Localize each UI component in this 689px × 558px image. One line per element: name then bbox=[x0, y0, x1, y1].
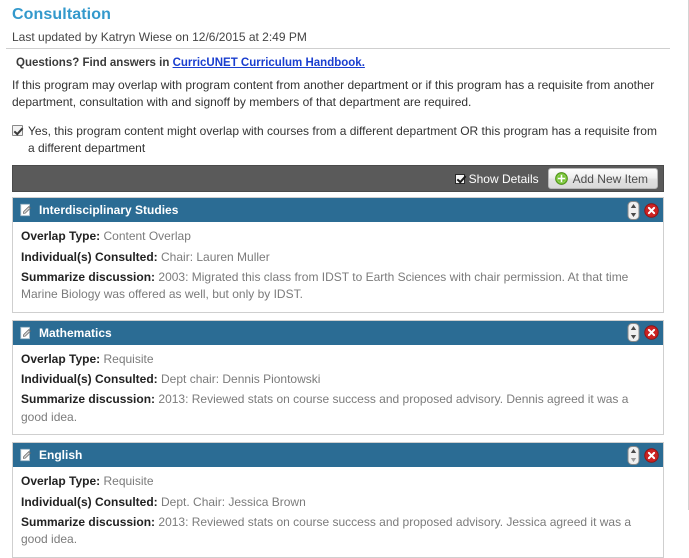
summarize-discussion-label: Summarize discussion: bbox=[21, 515, 156, 530]
page-title: Consultation bbox=[12, 6, 111, 23]
curricunet-handbook-link[interactable]: CurricUNET Curriculum Handbook. bbox=[173, 57, 365, 69]
questions-prefix-text: Questions? Find answers in bbox=[16, 57, 173, 69]
overlap-type-field: Overlap Type: Content Overlap bbox=[21, 228, 655, 245]
questions-help-line: Questions? Find answers in CurricUNET Cu… bbox=[6, 49, 670, 73]
individuals-consulted-value: Dept chair: Dennis Piontowski bbox=[161, 372, 321, 387]
card-body: Overlap Type: Content Overlap Individual… bbox=[13, 222, 663, 312]
show-details-checkbox[interactable] bbox=[454, 173, 465, 184]
consultation-items-list: Interdisciplinary Studies Overlap Type: … bbox=[6, 192, 670, 558]
individuals-consulted-label: Individual(s) Consulted: bbox=[21, 249, 158, 264]
card-title: Interdisciplinary Studies bbox=[39, 203, 179, 218]
overlap-consent-checkbox[interactable] bbox=[12, 125, 23, 137]
individuals-consulted-label: Individual(s) Consulted: bbox=[21, 372, 158, 387]
consultation-item-card: English Overlap Type: Requisite Individu… bbox=[12, 442, 664, 558]
reorder-spinner-icon[interactable] bbox=[627, 200, 640, 220]
consent-row[interactable]: Yes, this program content might overlap … bbox=[6, 117, 670, 163]
overlap-consent-label: Yes, this program content might overlap … bbox=[28, 124, 657, 156]
delete-item-icon[interactable] bbox=[644, 448, 659, 463]
consultation-page: Consultation Last updated by Katryn Wies… bbox=[0, 0, 689, 558]
reorder-spinner-icon[interactable] bbox=[627, 445, 640, 465]
individuals-consulted-field: Individual(s) Consulted: Dept. Chair: Je… bbox=[21, 494, 655, 511]
delete-item-icon[interactable] bbox=[644, 325, 659, 340]
card-header-controls bbox=[627, 445, 659, 465]
plus-circle-icon bbox=[554, 172, 568, 185]
overlap-type-label: Overlap Type: bbox=[21, 351, 101, 366]
overlap-type-label: Overlap Type: bbox=[21, 474, 101, 489]
summarize-discussion-field: Summarize discussion: 2013: Reviewed sta… bbox=[21, 514, 655, 549]
overlap-type-value: Requisite bbox=[103, 474, 154, 489]
edit-page-icon bbox=[20, 204, 31, 217]
card-header-controls bbox=[627, 323, 659, 343]
card-header-controls bbox=[627, 200, 659, 220]
card-body: Overlap Type: Requisite Individual(s) Co… bbox=[13, 467, 663, 557]
overlap-type-value: Requisite bbox=[103, 351, 154, 366]
overlap-type-field: Overlap Type: Requisite bbox=[21, 351, 655, 368]
individuals-consulted-value: Chair: Lauren Muller bbox=[161, 249, 270, 264]
edit-page-icon bbox=[20, 326, 31, 339]
consultation-item-card: Mathematics Overlap Type: Requisite Indi… bbox=[12, 319, 664, 436]
intro-paragraph: If this program may overlap with program… bbox=[12, 78, 655, 110]
card-header: Interdisciplinary Studies bbox=[13, 198, 663, 223]
card-header: English bbox=[13, 443, 663, 468]
add-new-item-label: Add New Item bbox=[572, 171, 648, 186]
delete-item-icon[interactable] bbox=[644, 202, 659, 218]
items-toolbar: Show Details Add New Item bbox=[12, 165, 664, 193]
page-content: Consultation Last updated by Katryn Wies… bbox=[0, 0, 676, 558]
card-title: English bbox=[39, 448, 83, 463]
overlap-type-label: Overlap Type: bbox=[21, 229, 101, 244]
show-details-label: Show Details bbox=[468, 171, 539, 186]
summarize-discussion-field: Summarize discussion: 2003: Migrated thi… bbox=[21, 269, 655, 304]
summarize-discussion-field: Summarize discussion: 2013: Reviewed sta… bbox=[21, 391, 655, 426]
add-new-item-button[interactable]: Add New Item bbox=[547, 168, 658, 190]
individuals-consulted-field: Individual(s) Consulted: Dept chair: Den… bbox=[21, 371, 655, 388]
reorder-spinner-icon[interactable] bbox=[627, 323, 640, 343]
summarize-discussion-label: Summarize discussion: bbox=[21, 269, 156, 284]
last-updated-text: Last updated by Katryn Wiese on 12/6/201… bbox=[6, 28, 670, 49]
show-details-toggle[interactable]: Show Details bbox=[454, 171, 539, 186]
overlap-type-field: Overlap Type: Requisite bbox=[21, 473, 655, 490]
individuals-consulted-field: Individual(s) Consulted: Chair: Lauren M… bbox=[21, 249, 655, 266]
consultation-item-card: Interdisciplinary Studies Overlap Type: … bbox=[12, 197, 664, 313]
overlap-type-value: Content Overlap bbox=[103, 229, 191, 244]
individuals-consulted-label: Individual(s) Consulted: bbox=[21, 494, 158, 509]
individuals-consulted-value: Dept. Chair: Jessica Brown bbox=[161, 494, 306, 509]
summarize-discussion-label: Summarize discussion: bbox=[21, 392, 156, 407]
edit-page-icon bbox=[20, 449, 31, 462]
card-title: Mathematics bbox=[39, 325, 112, 340]
card-body: Overlap Type: Requisite Individual(s) Co… bbox=[13, 345, 663, 435]
card-header: Mathematics bbox=[13, 320, 663, 345]
